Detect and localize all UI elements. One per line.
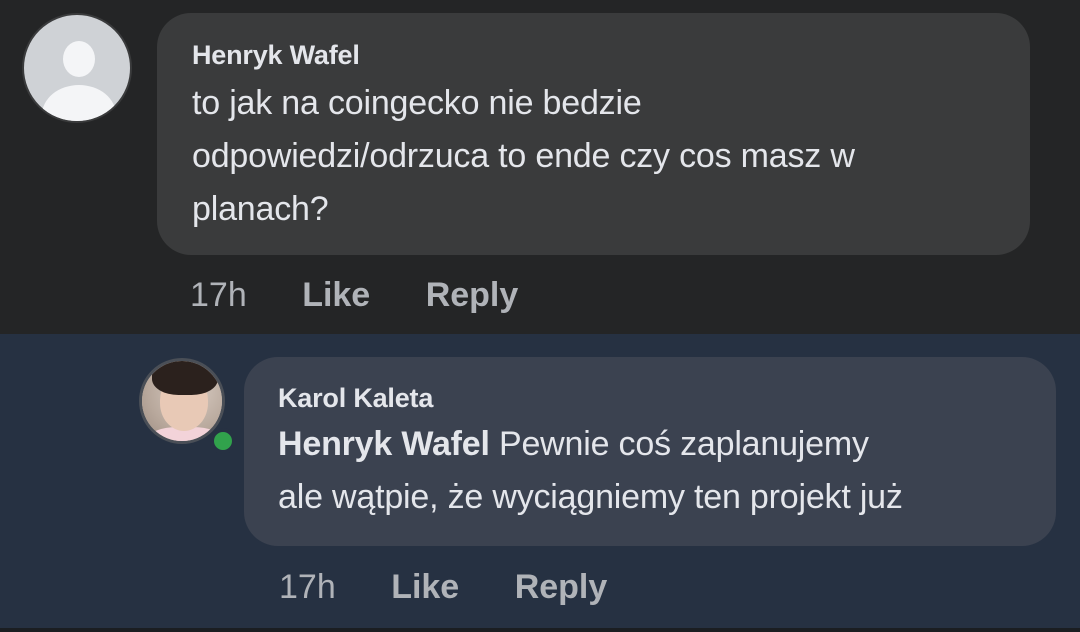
avatar-body-shape: [42, 85, 116, 121]
avatar-photo-hair: [152, 361, 218, 395]
reply-bubble: Karol Kaleta Henryk Wafel Pewnie coś zap…: [244, 357, 1056, 546]
reply-like-button[interactable]: Like: [391, 568, 459, 606]
comment-thread: Henryk Wafel to jak na coingecko nie bed…: [0, 0, 1080, 632]
comment-actions: 17h Like Reply: [190, 276, 518, 315]
comment-line-2: odpowiedzi/odrzuca to ende czy cos masz …: [192, 137, 855, 175]
reply-reply-button[interactable]: Reply: [515, 568, 608, 606]
reply-author-name[interactable]: Karol Kaleta: [278, 383, 433, 414]
reply-line-1-text: Pewnie coś zaplanujemy: [489, 425, 869, 463]
online-status-icon: [210, 428, 236, 454]
avatar-head-shape: [63, 41, 95, 77]
comment-timestamp[interactable]: 17h: [190, 276, 247, 314]
comment-line-3: planach?: [192, 190, 329, 228]
reply-actions: 17h Like Reply: [279, 568, 607, 607]
reply-button[interactable]: Reply: [426, 276, 519, 314]
bottom-divider: [0, 628, 1080, 632]
avatar-photo[interactable]: [139, 358, 225, 444]
top-comment-container: Henryk Wafel to jak na coingecko nie bed…: [0, 0, 1080, 334]
avatar-default-user-icon[interactable]: [22, 13, 132, 123]
reply-text: Henryk Wafel Pewnie coś zaplanujemy ale …: [278, 418, 1048, 524]
reply-line-2: ale wątpie, że wyciągniemy ten projekt j…: [278, 478, 903, 516]
comment-text: to jak na coingecko nie bedzie odpowiedz…: [192, 77, 1012, 236]
comment-line-1: to jak na coingecko nie bedzie: [192, 84, 642, 122]
comment-bubble: Henryk Wafel to jak na coingecko nie bed…: [157, 13, 1030, 255]
reply-mention-link[interactable]: Henryk Wafel: [278, 425, 490, 463]
reply-timestamp[interactable]: 17h: [279, 568, 336, 606]
like-button[interactable]: Like: [302, 276, 370, 314]
comment-author-name[interactable]: Henryk Wafel: [192, 40, 360, 71]
